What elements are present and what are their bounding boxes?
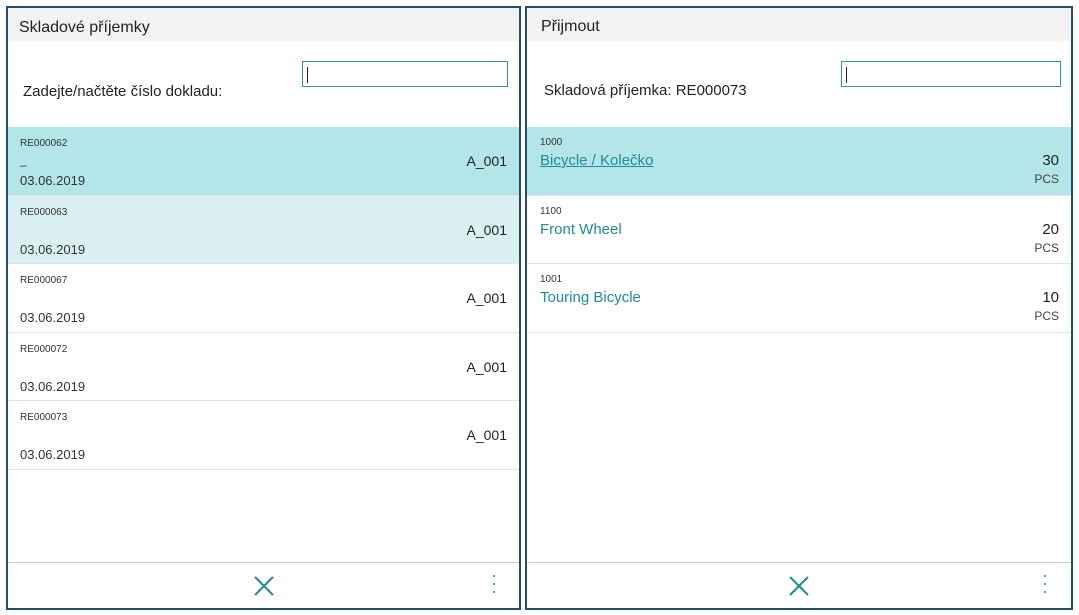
item-row[interactable]: 1100 Front Wheel 20 PCS (527, 195, 1071, 264)
more-vertical-icon[interactable] (490, 573, 498, 597)
item-description-link[interactable]: Bicycle / Kolečko (540, 152, 653, 169)
receive-panel: Přijmout Skladová příjemka: RE000073 100… (525, 6, 1073, 610)
document-date: 03.06.2019 (20, 310, 86, 325)
item-number: 1001 (540, 274, 563, 285)
document-number: RE000063 (20, 206, 68, 218)
document-location: A_001 (466, 153, 507, 169)
panel-footer (8, 562, 519, 608)
item-scan-input[interactable] (841, 61, 1061, 87)
document-date: 03.06.2019 (20, 378, 86, 394)
item-quantity: 10 (1042, 289, 1059, 306)
document-date: 03.06.2019 (20, 447, 86, 462)
document-number: RE000062 (20, 138, 68, 149)
item-uom: PCS (1034, 172, 1059, 186)
item-uom: PCS (1034, 240, 1059, 255)
item-description[interactable]: Touring Bicycle (540, 289, 641, 306)
document-location: A_001 (466, 358, 507, 375)
receipt-label: Skladová příjemka: RE000073 (544, 82, 747, 99)
document-location: A_001 (466, 290, 507, 306)
item-row[interactable]: 1001 Touring Bicycle 10 PCS (527, 264, 1071, 333)
document-number-input[interactable] (302, 61, 508, 87)
more-vertical-icon[interactable] (1041, 573, 1049, 597)
item-uom: PCS (1034, 309, 1059, 323)
panel-footer (527, 562, 1071, 608)
item-number: 1000 (540, 137, 563, 148)
document-date: 03.06.2019 (20, 241, 86, 257)
document-number: RE000072 (20, 343, 68, 355)
item-row[interactable]: 1000 Bicycle / Kolečko 30 PCS (527, 127, 1071, 196)
document-location: A_001 (466, 427, 507, 443)
document-extra: _ (20, 153, 27, 167)
scan-area: Skladová příjemka: RE000073 (527, 41, 1071, 127)
document-list: RE000062 _ 03.06.2019 A_001 RE000063 03.… (8, 127, 519, 470)
document-row[interactable]: RE000063 03.06.2019 A_001 (8, 195, 519, 264)
document-number: RE000067 (20, 275, 68, 286)
warehouse-receipts-panel: Skladové příjemky Zadejte/načtěte číslo … (6, 6, 521, 610)
panel-title: Skladové příjemky (8, 8, 519, 41)
close-x-icon[interactable] (788, 575, 810, 597)
document-location: A_001 (466, 221, 507, 238)
document-row[interactable]: RE000062 _ 03.06.2019 A_001 (8, 127, 519, 196)
document-row[interactable]: RE000072 03.06.2019 A_001 (8, 332, 519, 401)
item-number: 1100 (540, 205, 562, 217)
item-quantity: 30 (1042, 152, 1059, 169)
text-caret (846, 67, 847, 83)
panel-title: Přijmout (527, 8, 1071, 41)
close-x-icon[interactable] (253, 575, 275, 597)
text-caret (307, 67, 308, 83)
scan-label: Zadejte/načtěte číslo dokladu: (23, 83, 223, 100)
scan-area: Zadejte/načtěte číslo dokladu: (8, 41, 519, 127)
document-date: 03.06.2019 (20, 173, 86, 188)
document-row[interactable]: RE000073 03.06.2019 A_001 (8, 401, 519, 470)
item-quantity: 20 (1042, 220, 1059, 238)
item-description[interactable]: Front Wheel (540, 221, 622, 238)
item-list: 1000 Bicycle / Kolečko 30 PCS 1100 Front… (527, 127, 1071, 333)
document-number: RE000073 (20, 412, 68, 423)
document-row[interactable]: RE000067 03.06.2019 A_001 (8, 264, 519, 333)
